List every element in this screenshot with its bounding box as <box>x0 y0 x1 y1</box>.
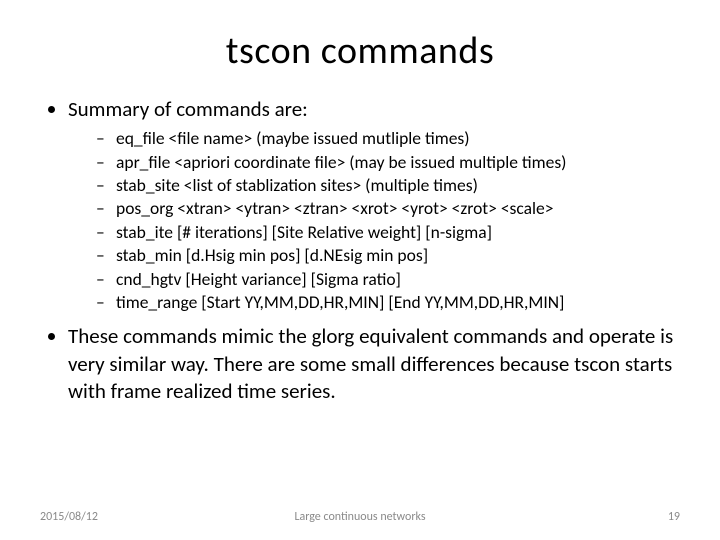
command-item: stab_ite [# iterations] [Site Relative w… <box>96 221 680 243</box>
slide-title: tscon commands <box>40 28 680 74</box>
command-item: time_range [Start YY,MM,DD,HR,MIN] [End … <box>96 291 680 313</box>
command-item: stab_min [d.Hsig min pos] [d.NEsig min p… <box>96 244 680 266</box>
command-item: apr_file <apriori coordinate file> (may … <box>96 151 680 173</box>
command-item: stab_site <list of stablization sites> (… <box>96 174 680 196</box>
slide: tscon commands Summary of commands are: … <box>0 0 720 540</box>
command-list: eq_file <file name> (maybe issued mutlip… <box>68 127 680 313</box>
bullet-summary-text: Summary of commands are: <box>68 96 308 122</box>
command-item: cnd_hgtv [Height variance] [Sigma ratio] <box>96 268 680 290</box>
command-item: pos_org <xtran> <ytran> <ztran> <xrot> <… <box>96 197 680 219</box>
bullet-paragraph: These commands mimic the glorg equivalen… <box>68 323 680 405</box>
slide-footer: 2015/08/12 Large continuous networks 19 <box>0 510 720 524</box>
bullet-summary: Summary of commands are: eq_file <file n… <box>68 96 680 313</box>
command-item: eq_file <file name> (maybe issued mutlip… <box>96 127 680 149</box>
footer-center: Large continuous networks <box>294 510 425 524</box>
footer-page-number: 19 <box>668 510 680 524</box>
footer-date: 2015/08/12 <box>40 510 98 524</box>
content-list: Summary of commands are: eq_file <file n… <box>40 96 680 405</box>
